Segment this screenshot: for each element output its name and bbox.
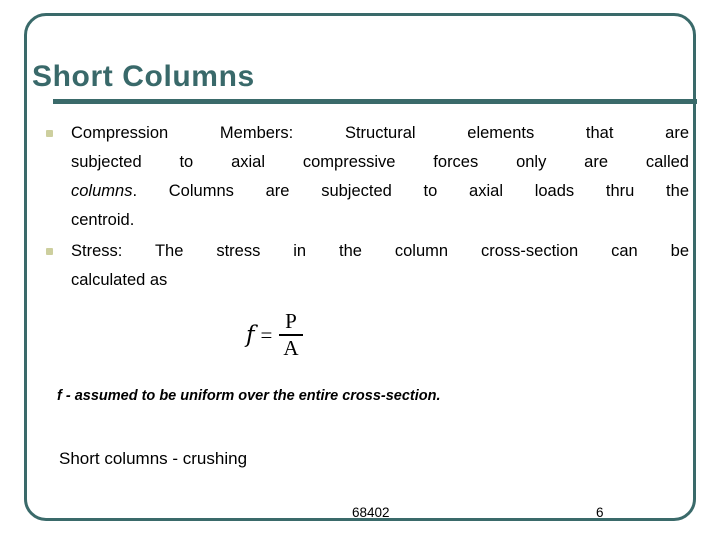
- footer-page-number: 6: [596, 505, 604, 520]
- slide: Short Columns Compression Members: Struc…: [0, 0, 720, 540]
- slide-content: Short Columns Compression Members: Struc…: [24, 13, 697, 521]
- list-item-text: Compression Members: Structural elements…: [71, 119, 689, 235]
- formula-note: f - assumed to be uniform over the entir…: [57, 388, 441, 404]
- footer-course-code: 68402: [352, 505, 390, 520]
- bullet-1-line-2: subjected to axial compressive forces on…: [71, 153, 689, 171]
- bullet-1-line-1: Compression Members: Structural elements…: [71, 124, 689, 142]
- bullet-1-line-4: centroid.: [71, 211, 135, 229]
- formula-denominator-a: A: [283, 336, 299, 360]
- list-item: Stress: The stress in the column cross-s…: [33, 237, 689, 295]
- bullet-square-icon: [46, 248, 53, 255]
- title-divider: [53, 99, 697, 104]
- formula-lhs-f: f: [246, 322, 255, 348]
- bullet-2-line-2: calculated as: [71, 271, 168, 289]
- italic-term-columns: columns: [71, 182, 133, 200]
- bullet-2-line-1: Stress: The stress in the column cross-s…: [71, 242, 689, 260]
- list-item-text: Stress: The stress in the column cross-s…: [71, 237, 689, 295]
- formula-equals-sign: =: [260, 322, 273, 347]
- list-item: Compression Members: Structural elements…: [33, 119, 689, 235]
- bullet-1-line-3-rest: . Columns are subjected to axial loads t…: [132, 182, 689, 200]
- formula-numerator-p: P: [285, 309, 297, 333]
- bullet-list: Compression Members: Structural elements…: [33, 119, 689, 297]
- page-title: Short Columns: [32, 60, 255, 93]
- bullet-1-line-3: columns. Columns are subjected to axial …: [71, 177, 689, 206]
- formula-fraction: P A: [279, 309, 303, 360]
- bullet-square-icon: [46, 130, 53, 137]
- short-columns-caption: Short columns - crushing: [59, 449, 248, 468]
- stress-formula: f = P A: [246, 311, 303, 359]
